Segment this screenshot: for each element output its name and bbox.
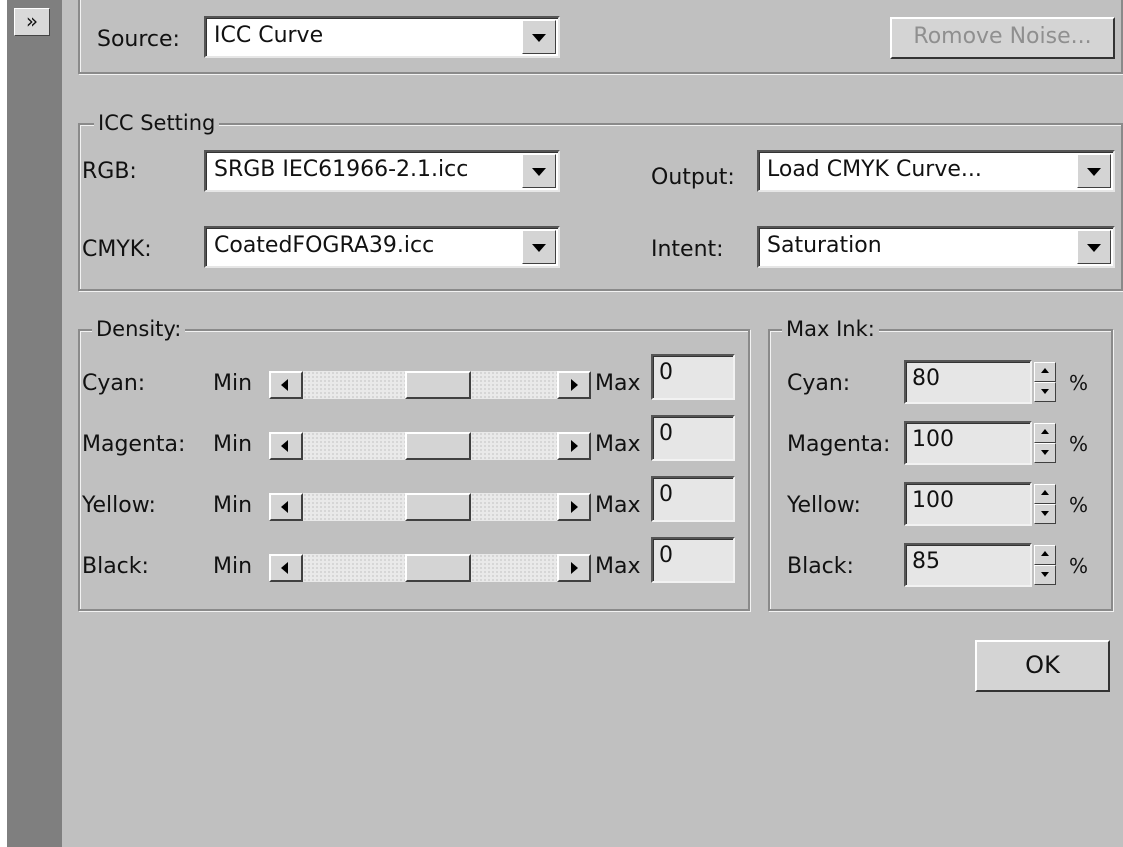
scroll-left-arrow-icon[interactable] — [269, 493, 303, 521]
density-max-value: 0 — [659, 360, 673, 385]
max-ink-value: 80 — [912, 366, 940, 391]
density-yellow-max-field[interactable]: 0 — [651, 476, 735, 522]
density-cyan-max-field[interactable]: 0 — [651, 354, 735, 400]
density-min-label: Min — [213, 554, 253, 579]
max-ink-value: 100 — [912, 488, 954, 513]
density-title: Density: — [92, 316, 186, 342]
density-max-label: Max — [595, 554, 641, 579]
density-yellow-slider[interactable] — [269, 493, 591, 521]
dropdown-arrow-icon[interactable] — [1077, 230, 1111, 264]
spin-down-icon[interactable] — [1034, 504, 1056, 524]
intent-dropdown[interactable]: Saturation — [757, 226, 1115, 268]
cmyk-label: CMYK: — [82, 237, 152, 262]
source-dropdown[interactable]: ICC Curve — [204, 16, 560, 58]
max-ink-magenta-label: Magenta: — [787, 432, 891, 457]
max-ink-magenta-field[interactable]: 100 — [904, 421, 1032, 465]
source-value: ICC Curve — [214, 23, 324, 48]
settings-panel: Source: ICC Curve Romove Noise... ICC Se… — [62, 0, 1123, 847]
density-max-value: 0 — [659, 543, 673, 568]
side-toolbar — [7, 0, 62, 847]
density-magenta-max-field[interactable]: 0 — [651, 415, 735, 461]
spin-down-icon[interactable] — [1034, 382, 1056, 402]
percent-unit-label: % — [1069, 432, 1089, 456]
dropdown-arrow-icon[interactable] — [1077, 154, 1111, 188]
rgb-profile-value: SRGB IEC61966-2.1.icc — [214, 157, 469, 182]
scroll-left-arrow-icon[interactable] — [269, 371, 303, 399]
max-ink-cyan-field[interactable]: 80 — [904, 360, 1032, 404]
spin-up-icon[interactable] — [1034, 362, 1056, 382]
max-ink-black-field[interactable]: 85 — [904, 543, 1032, 587]
dropdown-arrow-icon[interactable] — [522, 154, 556, 188]
density-black-label: Black: — [82, 554, 149, 579]
dropdown-arrow-icon[interactable] — [522, 20, 556, 54]
scroll-right-arrow-icon[interactable] — [557, 371, 591, 399]
density-max-label: Max — [595, 493, 641, 518]
max-ink-black-label: Black: — [787, 554, 854, 579]
output-label: Output: — [651, 165, 735, 190]
density-magenta-label: Magenta: — [82, 432, 186, 457]
spin-down-icon[interactable] — [1034, 565, 1056, 585]
scroll-right-arrow-icon[interactable] — [557, 554, 591, 582]
intent-label: Intent: — [651, 237, 724, 262]
max-ink-title: Max Ink: — [782, 316, 879, 342]
rgb-label: RGB: — [82, 159, 137, 184]
output-value: Load CMYK Curve... — [767, 157, 982, 182]
density-black-slider[interactable] — [269, 554, 591, 582]
cmyk-profile-dropdown[interactable]: CoatedFOGRA39.icc — [204, 226, 560, 268]
max-ink-value: 85 — [912, 549, 940, 574]
dropdown-arrow-icon[interactable] — [522, 230, 556, 264]
density-cyan-label: Cyan: — [82, 371, 146, 396]
percent-unit-label: % — [1069, 554, 1089, 578]
ok-button[interactable]: OK — [975, 640, 1110, 692]
max-ink-cyan-label: Cyan: — [787, 371, 851, 396]
spin-down-icon[interactable] — [1034, 443, 1056, 463]
max-ink-yellow-label: Yellow: — [787, 493, 861, 518]
output-dropdown[interactable]: Load CMYK Curve... — [757, 150, 1115, 192]
slider-thumb[interactable] — [405, 432, 471, 460]
density-min-label: Min — [213, 493, 253, 518]
density-black-max-field[interactable]: 0 — [651, 537, 735, 583]
icc-setting-title: ICC Setting — [94, 110, 220, 136]
density-cyan-slider[interactable] — [269, 371, 591, 399]
density-min-label: Min — [213, 432, 253, 457]
density-yellow-label: Yellow: — [82, 493, 156, 518]
spin-up-icon[interactable] — [1034, 484, 1056, 504]
slider-thumb[interactable] — [405, 554, 471, 582]
source-label: Source: — [97, 27, 180, 52]
density-min-label: Min — [213, 371, 253, 396]
max-ink-yellow-field[interactable]: 100 — [904, 482, 1032, 526]
slider-thumb[interactable] — [405, 371, 471, 399]
percent-unit-label: % — [1069, 371, 1089, 395]
spin-up-icon[interactable] — [1034, 545, 1056, 565]
scroll-right-arrow-icon[interactable] — [557, 493, 591, 521]
scroll-left-arrow-icon[interactable] — [269, 432, 303, 460]
remove-noise-button[interactable]: Romove Noise... — [890, 17, 1115, 59]
density-magenta-slider[interactable] — [269, 432, 591, 460]
density-max-label: Max — [595, 371, 641, 396]
expand-panel-button[interactable]: » — [14, 8, 50, 36]
intent-value: Saturation — [767, 233, 882, 258]
cmyk-profile-value: CoatedFOGRA39.icc — [214, 233, 435, 258]
scroll-right-arrow-icon[interactable] — [557, 432, 591, 460]
density-max-label: Max — [595, 432, 641, 457]
max-ink-value: 100 — [912, 427, 954, 452]
percent-unit-label: % — [1069, 493, 1089, 517]
density-max-value: 0 — [659, 482, 673, 507]
rgb-profile-dropdown[interactable]: SRGB IEC61966-2.1.icc — [204, 150, 560, 192]
slider-thumb[interactable] — [405, 493, 471, 521]
density-max-value: 0 — [659, 421, 673, 446]
scroll-left-arrow-icon[interactable] — [269, 554, 303, 582]
spin-up-icon[interactable] — [1034, 423, 1056, 443]
